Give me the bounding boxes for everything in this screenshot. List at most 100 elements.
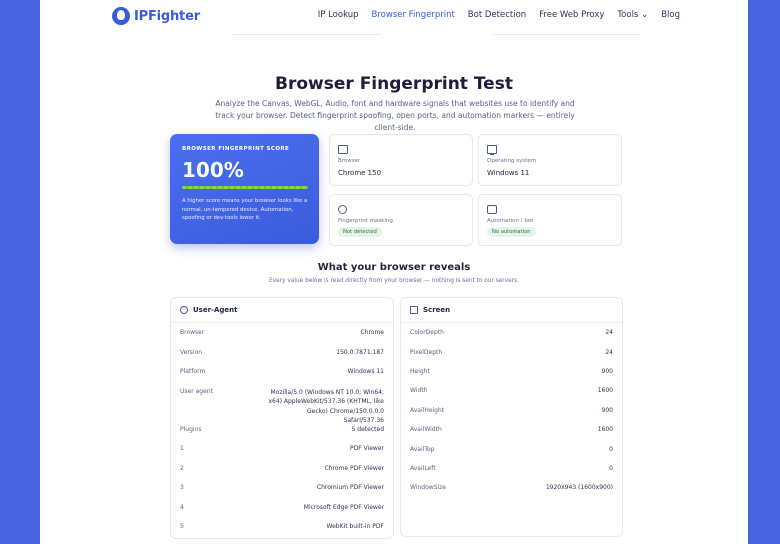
row-value: Chromium PDF Viewer: [316, 484, 384, 492]
row-key: AvailTop: [410, 445, 435, 453]
row-key: AvailWidth: [410, 426, 442, 434]
nav-tools-label: Tools: [617, 10, 639, 20]
row-value: 1600: [597, 426, 613, 434]
brand-logo[interactable]: IPFighter: [112, 7, 200, 25]
card-label: Automation / bot: [487, 218, 534, 224]
section-subtitle: Every value below is read directly from …: [269, 278, 519, 284]
row-key: 3: [180, 484, 184, 492]
row-key: Platform: [180, 368, 206, 376]
browser-window-icon: [338, 145, 348, 154]
table-row: WindowSize 1920x943 (1600x900): [401, 478, 622, 497]
table-row: 3 Chromium PDF Viewer: [171, 478, 393, 498]
nav-ip-lookup[interactable]: IP Lookup: [318, 10, 359, 20]
row-value: 0: [609, 464, 613, 472]
globe-icon: [180, 306, 188, 314]
row-value: 1600: [597, 387, 613, 395]
row-key: WindowSize: [410, 484, 446, 492]
row-value: Chrome: [360, 329, 384, 337]
score-value: 100%: [182, 158, 244, 182]
nav-menu: IP Lookup Browser Fingerprint Bot Detect…: [318, 10, 680, 20]
table-row: 5 WebKit built-in PDF: [171, 517, 393, 537]
status-badge: Not detected: [338, 227, 382, 237]
row-value: Mozilla/5.0 (Windows NT 10.0; Win64; x64…: [268, 388, 384, 425]
row-value: 5 detected: [351, 425, 384, 433]
row-key: Width: [410, 387, 428, 395]
nav-free-web-proxy[interactable]: Free Web Proxy: [539, 10, 604, 20]
row-key: Version: [180, 348, 203, 356]
panel-title: User-Agent: [193, 306, 238, 314]
table-row: 1 PDF Viewer: [171, 439, 393, 459]
row-value: Windows 11: [347, 368, 384, 376]
row-value: Chrome PDF Viewer: [324, 464, 384, 472]
page-title: Browser Fingerprint Test: [275, 74, 513, 94]
row-key: Plugins: [180, 425, 202, 433]
nav-blog[interactable]: Blog: [661, 10, 680, 20]
fingerprint-score-card: BROWSER FINGERPRINT SCORE 100% A higher …: [170, 134, 319, 244]
table-row: PixelDepth 24: [401, 342, 622, 361]
monitor-icon: [487, 145, 497, 155]
row-value: 900: [601, 367, 613, 375]
fox-logo-icon: [112, 7, 130, 25]
row-key: 2: [180, 464, 184, 472]
user-agent-panel: User-Agent Browser Chrome Version 150.0.78…: [170, 297, 394, 539]
page: IPFighter IP Lookup Browser Fingerprint …: [40, 0, 748, 544]
table-row: Height 900: [401, 362, 622, 381]
card-label: Browser: [338, 158, 361, 164]
score-progress-bar: [182, 186, 308, 189]
top-navigation: IPFighter IP Lookup Browser Fingerprint …: [40, 0, 748, 35]
monitor-icon: [410, 306, 418, 314]
section-title: What your browser reveals: [317, 262, 471, 273]
divider: [233, 34, 381, 35]
card-value: Windows 11: [487, 169, 530, 177]
row-key: Browser: [180, 329, 205, 337]
status-badge: No automation: [487, 227, 536, 237]
row-key: PixelDepth: [410, 348, 443, 356]
brand-name: IPFighter: [134, 8, 200, 24]
screen-panel: Screen ColorDepth 24 PixelDepth 24 Height 9…: [400, 297, 623, 537]
table-row: Width 1600: [401, 381, 622, 400]
divider: [493, 34, 641, 35]
table-row: AvailLeft 0: [401, 459, 622, 478]
row-value: 0: [609, 445, 613, 453]
nav-browser-fingerprint[interactable]: Browser Fingerprint: [372, 10, 455, 20]
score-label: BROWSER FINGERPRINT SCORE: [182, 146, 290, 152]
table-row: AvailHeight 900: [401, 401, 622, 420]
card-label: Fingerprint masking: [338, 218, 393, 224]
row-key: ColorDepth: [410, 329, 444, 337]
table-row: Platform Windows 11: [171, 362, 393, 382]
row-value: 150.0.7871.187: [336, 348, 384, 356]
masking-card: Fingerprint masking Not detected: [329, 194, 473, 246]
row-key: AvailLeft: [410, 464, 436, 472]
row-value: Microsoft Edge PDF Viewer: [303, 503, 384, 511]
card-value: Chrome 150: [338, 169, 382, 177]
table-row: AvailWidth 1600: [401, 420, 622, 439]
row-value: 24: [605, 348, 613, 356]
browser-card: Browser Chrome 150: [329, 134, 473, 186]
table-row: Browser Chrome: [171, 323, 393, 343]
chevron-down-icon: ⌄: [641, 10, 649, 20]
row-key: 4: [180, 503, 184, 511]
row-key: User agent: [180, 387, 213, 395]
row-value: 24: [605, 329, 613, 337]
row-value: WebKit built-in PDF: [326, 523, 384, 531]
row-key: Height: [410, 367, 430, 375]
table-row: ColorDepth 24: [401, 323, 622, 342]
row-value: 900: [601, 406, 613, 414]
row-key: AvailHeight: [410, 406, 445, 414]
row-key: 5: [180, 523, 184, 531]
page-subtitle: Analyze the Canvas, WebGL, Audio, font a…: [215, 99, 575, 132]
card-label: Operating system: [487, 158, 537, 164]
panel-header: Screen: [401, 298, 622, 323]
nav-bot-detection[interactable]: Bot Detection: [468, 10, 526, 20]
row-value: PDF Viewer: [350, 445, 384, 453]
os-card: Operating system Windows 11: [478, 134, 622, 186]
table-row: 2 Chrome PDF Viewer: [171, 459, 393, 479]
nav-tools[interactable]: Tools ⌄: [617, 10, 648, 20]
panel-title: Screen: [423, 306, 451, 314]
panel-header: User-Agent: [171, 298, 393, 323]
table-row: User agent Mozilla/5.0 (Windows NT 10.0; …: [171, 382, 393, 425]
row-value: 1920x943 (1600x900): [545, 484, 613, 492]
fingerprint-icon: [338, 205, 347, 214]
table-row: AvailTop 0: [401, 439, 622, 458]
table-row: Version 150.0.7871.187: [171, 343, 393, 363]
